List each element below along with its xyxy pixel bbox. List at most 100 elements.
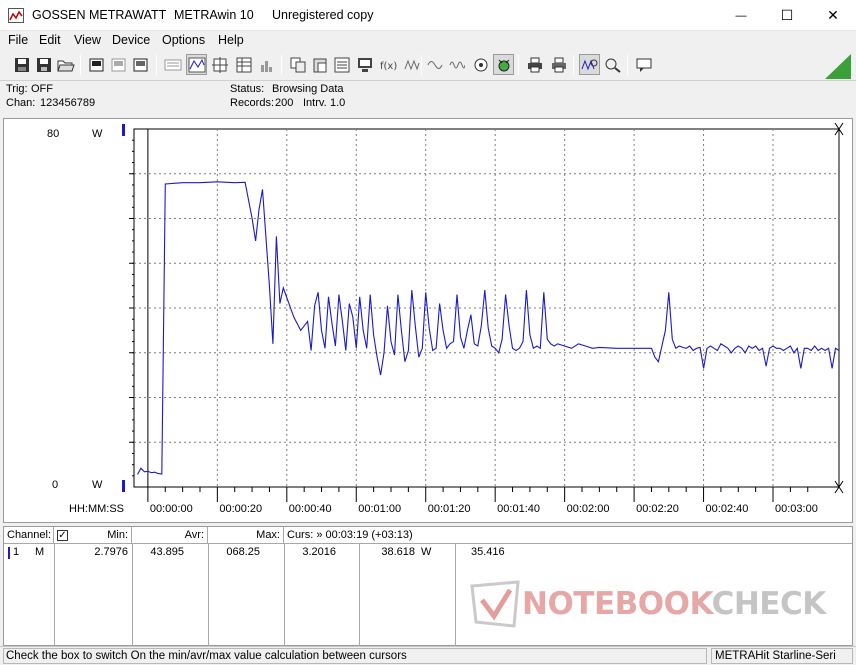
- list-icon: [334, 57, 349, 72]
- x-tick-label: 00:02:40: [705, 503, 749, 515]
- x-tick-label: 00:00:40: [288, 503, 332, 515]
- zoom-waveform-button[interactable]: [579, 54, 600, 75]
- chat-button[interactable]: [633, 54, 654, 75]
- table-view-button[interactable]: [233, 54, 254, 75]
- status-message: Check the box to switch On the min/avr/m…: [3, 648, 707, 664]
- row-cursor-unit: W: [421, 546, 432, 558]
- toolbar: f(x): [0, 51, 856, 81]
- title-license: Unregistered copy: [272, 8, 374, 22]
- row-avr: 43.895: [150, 546, 184, 558]
- app-icon: [8, 8, 24, 23]
- x-tick-label: 00:01:40: [497, 503, 540, 515]
- chart-area[interactable]: 80 W 0 W HH:MM:SS 00:00:00 00:00:20 00:00:…: [3, 118, 853, 523]
- x-tick-label: 00:01:00: [358, 503, 402, 515]
- chan-value: 123456789: [40, 97, 96, 109]
- header-channel: Channel:: [4, 527, 54, 544]
- print-preview-icon: [551, 57, 566, 72]
- records-value: 200: [275, 97, 294, 109]
- waveform-button[interactable]: [401, 54, 422, 75]
- printer-icon: [527, 57, 542, 72]
- print-button[interactable]: [524, 54, 545, 75]
- paste-button[interactable]: [309, 54, 330, 75]
- save-as-icon: [36, 57, 51, 72]
- graph-view-button[interactable]: [186, 54, 207, 75]
- open-folder-icon: [56, 60, 75, 71]
- close-button[interactable]: ✕: [810, 0, 856, 31]
- watermark-check-icon: [470, 580, 520, 628]
- minmax-checkbox[interactable]: ✓: [57, 530, 68, 541]
- row-min: 2.7976: [94, 546, 128, 558]
- keyboard-icon: [164, 59, 181, 70]
- save-as-button[interactable]: [33, 54, 54, 75]
- device-alt-icon: [133, 58, 147, 71]
- status-label: Status:: [230, 83, 265, 95]
- table-view-icon: [236, 57, 251, 72]
- intrv-value: 1.0: [330, 97, 346, 109]
- row-cursor-c: 35.416: [471, 546, 505, 558]
- copy-button[interactable]: [287, 54, 308, 75]
- title-company: GOSSEN METRAWATT: [32, 8, 167, 22]
- header-max: Max:: [208, 527, 284, 544]
- list-button[interactable]: [331, 54, 352, 75]
- bug-button[interactable]: [493, 54, 514, 75]
- status-indicator-icon: [825, 54, 851, 79]
- y-unit-label-bottom: W: [92, 479, 103, 491]
- minimize-button[interactable]: —: [718, 0, 764, 31]
- waveform-icon: [404, 59, 419, 70]
- target-button[interactable]: [470, 54, 491, 75]
- maximize-button[interactable]: ☐: [764, 0, 810, 31]
- menu-edit[interactable]: Edit: [39, 33, 61, 47]
- status-device: METRAHit Starline-Seri: [711, 648, 853, 664]
- device-alt-button[interactable]: [130, 54, 151, 75]
- header-avr: Avr:: [132, 527, 208, 544]
- device-disabled-icon: [111, 58, 125, 71]
- save-icon: [14, 57, 29, 72]
- minimize-icon: —: [735, 9, 747, 22]
- row-cursor-b: 38.618: [381, 546, 415, 558]
- y-min-label: 0: [52, 479, 59, 491]
- close-icon: ✕: [827, 7, 839, 23]
- menu-device[interactable]: Device: [112, 33, 150, 47]
- zoom-button[interactable]: [602, 54, 623, 75]
- print-preview-button[interactable]: [548, 54, 569, 75]
- y-max-marker: [122, 124, 125, 136]
- crosshair-button[interactable]: [209, 54, 230, 75]
- graph-view-icon: [188, 57, 205, 72]
- x-tick-label: 00:02:00: [566, 503, 610, 515]
- x-tick-label: 00:02:20: [636, 503, 679, 515]
- menu-help[interactable]: Help: [218, 33, 244, 47]
- paste-icon: [313, 58, 326, 72]
- menu-view[interactable]: View: [74, 33, 101, 47]
- x-tick-label: 00:00:00: [149, 503, 193, 515]
- function-button[interactable]: f(x): [377, 54, 398, 75]
- wave-alt-button[interactable]: [446, 54, 467, 75]
- computer-icon: [357, 57, 372, 72]
- menu-file[interactable]: File: [8, 33, 28, 47]
- row-max: 068.25: [226, 546, 260, 558]
- zoom-waveform-icon: [581, 59, 597, 70]
- function-icon: f(x): [380, 61, 397, 72]
- x-tick-label: 00:03:00: [775, 503, 818, 515]
- wave-button[interactable]: [424, 54, 445, 75]
- device-disabled-button[interactable]: [108, 54, 129, 75]
- keyboard-button[interactable]: [162, 54, 183, 75]
- watermark-text: NOTEBOOKCHECK: [522, 586, 826, 622]
- save-button[interactable]: [11, 54, 32, 75]
- power-chart[interactable]: [4, 119, 852, 522]
- chat-icon: [636, 58, 651, 72]
- watermark-logo: NOTEBOOKCHECK: [470, 580, 850, 630]
- wave-icon: [427, 60, 442, 69]
- histogram-icon: [260, 60, 272, 72]
- histogram-button[interactable]: [256, 54, 277, 75]
- crosshair-icon: [211, 56, 228, 73]
- svg-text:f(x): f(x): [380, 61, 397, 72]
- menu-options[interactable]: Options: [162, 33, 205, 47]
- open-button[interactable]: [55, 54, 76, 75]
- menu-bar: File Edit View Device Options Help: [0, 31, 856, 51]
- device-button[interactable]: [86, 54, 107, 75]
- computer-button[interactable]: [354, 54, 375, 75]
- y-unit-label-top: W: [92, 128, 103, 140]
- target-icon: [474, 58, 487, 71]
- maximize-icon: ☐: [780, 7, 794, 23]
- trig-value: OFF: [31, 83, 53, 95]
